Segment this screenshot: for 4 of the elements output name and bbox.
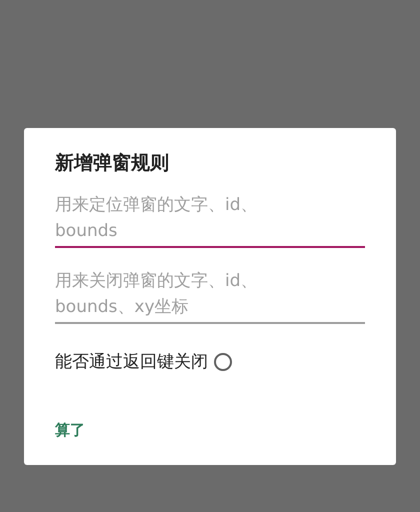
cancel-button[interactable]: 算了 bbox=[47, 415, 93, 446]
option-label: 能否通过返回键关闭 bbox=[55, 351, 208, 373]
dialog-title: 新增弹窗规则 bbox=[55, 151, 170, 176]
radio-button[interactable] bbox=[214, 352, 232, 370]
